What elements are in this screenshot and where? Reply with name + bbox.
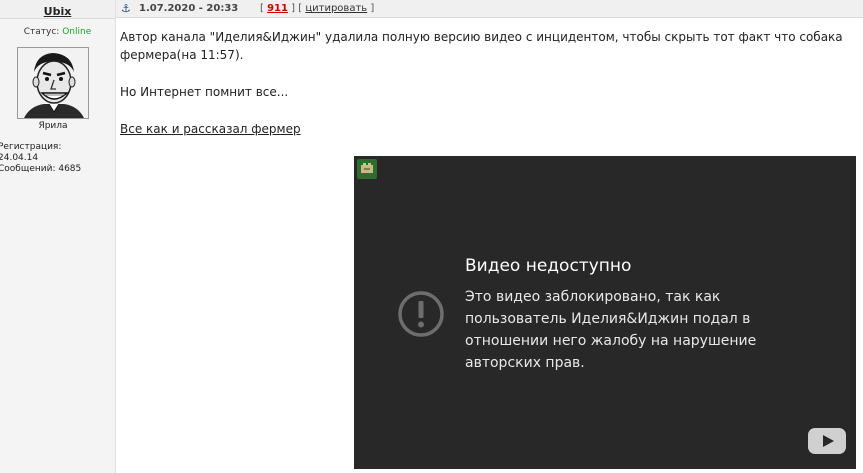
post-text-line1: Автор канала "Иделия&Иджин" удалила полн… <box>120 30 843 62</box>
bracket-close: ] <box>370 3 375 14</box>
user-rank: Ярила <box>38 121 68 131</box>
post-number-link[interactable]: 911 <box>267 3 288 14</box>
video-title: Видео недоступно <box>465 256 632 276</box>
messages-info: Сообщений: 4685 <box>0 164 81 175</box>
post-date: 1.07.2020 - 20:33 <box>139 3 239 14</box>
anchor-icon[interactable]: ⚓ <box>121 0 131 17</box>
messages-count: 4685 <box>58 164 82 174</box>
post-body: Автор канала "Иделия&Иджин" удалила полн… <box>120 28 860 138</box>
user-name-bar: Ubix <box>0 0 115 19</box>
messages-label: Сообщений: <box>0 164 56 174</box>
avatar[interactable] <box>17 47 89 119</box>
user-name-link[interactable]: Ubix <box>44 5 72 18</box>
registration-label: Регистрация: <box>0 142 62 152</box>
bracket-mid: ] [ <box>291 3 303 14</box>
status-label: Статус: <box>23 27 60 37</box>
bracket-open: [ <box>260 3 264 14</box>
channel-badge-graphic <box>361 163 373 173</box>
avatar-caricature-icon <box>18 48 88 118</box>
forum-post-page: Ubix Статус: Online Ярила Регистрация: 2… <box>0 0 863 473</box>
video-embed[interactable]: Видео недоступно Это видео заблокировано… <box>354 156 856 469</box>
registration-date: 24.04.14 <box>0 153 39 163</box>
user-status: Статус: Online <box>0 27 115 37</box>
post-text-line2: Но Интернет помнит все... <box>120 85 289 99</box>
user-meta: Регистрация: 24.04.14 Сообщений: 4685 <box>0 142 81 175</box>
status-value: Online <box>62 27 92 37</box>
post-links: [ 911 ] [ цитировать ] <box>260 0 374 17</box>
channel-badge-icon[interactable] <box>357 159 377 179</box>
video-message: Это видео заблокировано, так как пользов… <box>465 289 757 371</box>
youtube-logo-icon[interactable] <box>808 428 846 454</box>
quote-link[interactable]: цитировать <box>305 3 367 14</box>
user-panel: Ubix Статус: Online Ярила Регистрация: 2… <box>0 0 116 473</box>
alert-icon <box>398 291 444 337</box>
farmer-video-link[interactable]: Все как и рассказал фермер <box>120 122 301 136</box>
post-header: ⚓ 1.07.2020 - 20:33 [ 911 ] [ цитировать… <box>116 0 863 18</box>
